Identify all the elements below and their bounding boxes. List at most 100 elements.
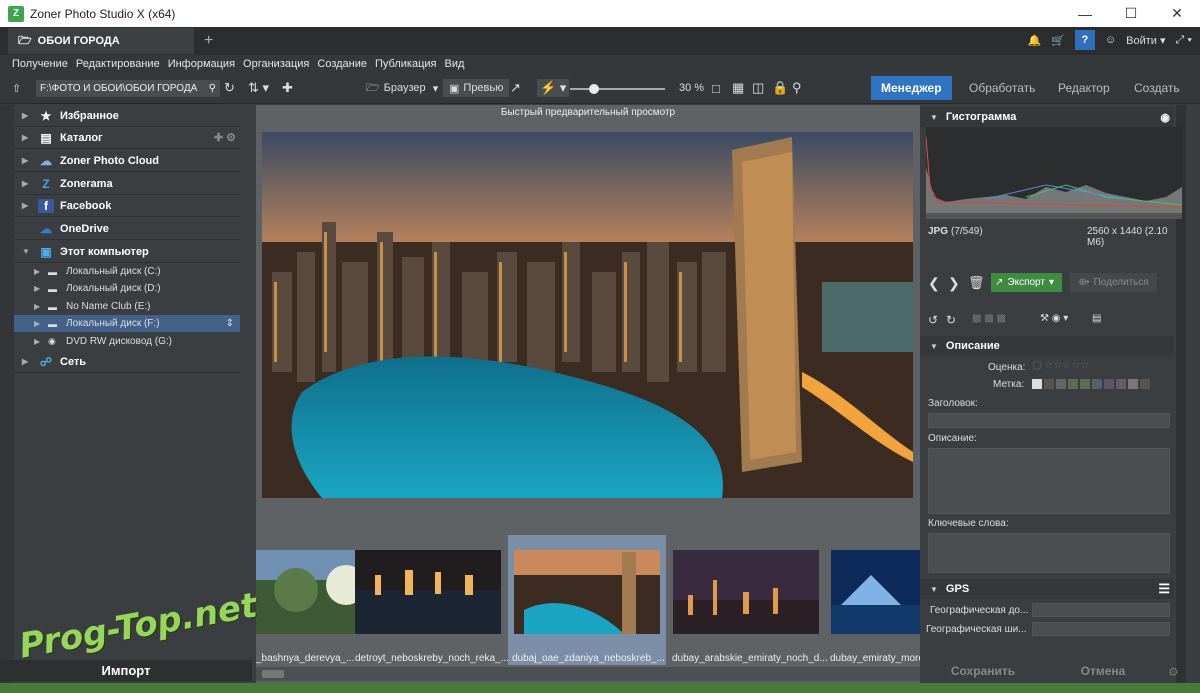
latitude-field[interactable] bbox=[1032, 603, 1170, 617]
search-icon[interactable]: ⚲ bbox=[209, 83, 216, 94]
histogram-settings-icon[interactable]: ◉ bbox=[1160, 111, 1170, 124]
fit-icon[interactable]: ▦ bbox=[732, 79, 744, 97]
nav-zonerama[interactable]: ▶ Z Zonerama bbox=[14, 173, 240, 195]
expand-arrow-icon[interactable]: ▶ bbox=[34, 319, 44, 328]
notification-bell-icon[interactable]: 🔔 bbox=[1028, 34, 1042, 47]
browser-view-button[interactable]: 🗁 Браузер ▾ bbox=[366, 79, 438, 97]
rotate-left-icon[interactable]: ↺ bbox=[928, 313, 938, 327]
menu-item-publish[interactable]: Публикация bbox=[375, 58, 436, 70]
compare-icon[interactable]: ◫ bbox=[752, 79, 764, 97]
longitude-field[interactable] bbox=[1032, 622, 1170, 636]
nav-network[interactable]: ▶ ☍ Сеть bbox=[14, 351, 240, 373]
nav-onedrive[interactable]: ☁ OneDrive bbox=[14, 218, 240, 240]
drive-icon: ▬ bbox=[48, 318, 57, 329]
expand-arrow-icon[interactable]: ▶ bbox=[34, 284, 44, 293]
minimize-button[interactable]: — bbox=[1062, 0, 1108, 27]
new-folder-icon[interactable]: ✚ bbox=[282, 79, 293, 97]
expand-arrow-icon[interactable]: ▶ bbox=[22, 111, 34, 120]
reorder-icon[interactable]: ⇕ bbox=[226, 318, 234, 329]
menu-icon[interactable]: ☰ bbox=[1158, 581, 1170, 597]
nav-zoner-cloud[interactable]: ▶ ☁ Zoner Photo Cloud bbox=[14, 150, 240, 172]
tag-label: Метка: bbox=[993, 379, 1025, 390]
person-search-icon[interactable]: ⚲ bbox=[792, 79, 802, 97]
share-button[interactable]: ⟴ Поделиться bbox=[1070, 273, 1157, 292]
menu-item-edit[interactable]: Редактирование bbox=[76, 58, 160, 70]
maximize-button[interactable]: ☐ bbox=[1108, 0, 1154, 27]
path-field[interactable]: F:\ФОТО И ОБОИ\ОБОИ ГОРОДА ⚲ bbox=[36, 80, 220, 97]
tab-folder[interactable]: 🗁 ОБОИ ГОРОДА bbox=[8, 28, 194, 54]
description-header[interactable]: ▼ Описание bbox=[920, 336, 1174, 356]
menu-item-info[interactable]: Информация bbox=[168, 58, 235, 70]
expand-arrow-icon[interactable]: ▶ bbox=[34, 267, 44, 276]
nav-favorites[interactable]: ▶ ★ Избранное bbox=[14, 105, 240, 127]
prev-arrow-icon[interactable]: ❮ bbox=[928, 275, 940, 292]
keywords-field[interactable] bbox=[928, 533, 1170, 573]
tools-icon[interactable]: ⚒ ◉ ▾ bbox=[1040, 313, 1068, 324]
copy-icon[interactable]: ▩ ▩ ▩ bbox=[972, 313, 1006, 324]
add-note-icon[interactable]: ▤ bbox=[1092, 313, 1101, 324]
expand-arrow-icon[interactable]: ▶ bbox=[22, 156, 34, 165]
drive-item[interactable]: ▶ ◉ DVD RW дисковод (G:) bbox=[14, 333, 240, 350]
nav-catalog[interactable]: ▶ ▤ Каталог ✚ ⚙ bbox=[14, 127, 240, 149]
sort-icon[interactable]: ⇅ ▾ bbox=[248, 79, 269, 97]
dropdown-arrow-icon[interactable]: ▾ bbox=[1049, 277, 1054, 288]
help-button[interactable]: ? bbox=[1074, 30, 1095, 50]
filmstrip-scrollbar[interactable] bbox=[256, 667, 920, 681]
menu-item-create[interactable]: Создание bbox=[317, 58, 367, 70]
settings-gear-icon[interactable]: ⚙ bbox=[1168, 665, 1179, 679]
description-field[interactable] bbox=[928, 448, 1170, 514]
cart-icon[interactable]: 🛒 bbox=[1051, 34, 1065, 47]
thumbnail[interactable] bbox=[673, 550, 819, 634]
mode-develop-button[interactable]: Обработать bbox=[959, 76, 1045, 100]
mode-editor-button[interactable]: Редактор bbox=[1048, 76, 1120, 100]
nav-facebook[interactable]: ▶ f Facebook bbox=[14, 195, 240, 217]
menu-item-organize[interactable]: Организация bbox=[243, 58, 309, 70]
collapse-arrow-icon[interactable]: ▼ bbox=[22, 247, 34, 256]
thumbnail[interactable] bbox=[355, 550, 501, 634]
drive-item[interactable]: ▶ ▬ Локальный диск (C:) bbox=[14, 263, 240, 280]
expand-arrow-icon[interactable]: ▶ bbox=[22, 201, 34, 210]
preview-image[interactable] bbox=[262, 132, 913, 498]
mode-manager-button[interactable]: Менеджер bbox=[871, 76, 952, 100]
fullscreen-icon[interactable]: ⤢ ▾ bbox=[1176, 34, 1192, 47]
open-external-icon[interactable]: ↗ bbox=[510, 79, 521, 97]
preview-view-button[interactable]: ▣ Превью bbox=[443, 79, 510, 97]
drive-item[interactable]: ▶ ▬ No Name Club (E:) bbox=[14, 298, 240, 315]
login-button[interactable]: Войти ▾ bbox=[1126, 34, 1165, 47]
title-field[interactable] bbox=[928, 413, 1170, 428]
menu-item-view[interactable]: Вид bbox=[445, 58, 465, 70]
actual-size-icon[interactable]: □ bbox=[712, 79, 720, 97]
expand-arrow-icon[interactable]: ▶ bbox=[22, 179, 34, 188]
drive-item[interactable]: ▶ ▬ Локальный диск (D:) bbox=[14, 280, 240, 297]
delete-icon[interactable]: 🗑 bbox=[968, 275, 985, 291]
save-button[interactable]: Сохранить bbox=[924, 659, 1042, 683]
refresh-icon[interactable]: ↻ bbox=[224, 79, 235, 97]
add-tab-button[interactable]: + bbox=[204, 32, 213, 50]
thumbnail-selected[interactable] bbox=[514, 550, 660, 634]
color-tags[interactable] bbox=[1032, 379, 1150, 389]
histogram-header[interactable]: ▼ Гистограмма ◉ bbox=[920, 107, 1174, 127]
drive-item-selected[interactable]: ▶ ▬ Локальный диск (F:) ⇕ bbox=[14, 315, 240, 332]
rotate-right-icon[interactable]: ↻ bbox=[946, 313, 956, 327]
expand-arrow-icon[interactable]: ▶ bbox=[34, 302, 44, 311]
add-folder-icon[interactable]: ✚ ⚙ bbox=[214, 131, 236, 144]
nav-this-computer[interactable]: ▼ ▣ Этот компьютер bbox=[14, 241, 240, 263]
mode-create-button[interactable]: Создать bbox=[1124, 76, 1190, 100]
expand-arrow-icon[interactable]: ▶ bbox=[22, 357, 34, 366]
zoom-slider[interactable] bbox=[570, 88, 665, 90]
export-button[interactable]: ↗ Экспорт ▾ bbox=[991, 273, 1062, 292]
lock-icon[interactable]: 🔒 bbox=[772, 79, 788, 97]
thumbnail[interactable] bbox=[831, 550, 920, 634]
rating-stars[interactable]: ▢ ☆☆☆☆☆ bbox=[1032, 360, 1089, 371]
scrollbar-thumb[interactable] bbox=[262, 670, 284, 678]
next-arrow-icon[interactable]: ❯ bbox=[948, 275, 960, 292]
menu-item-import[interactable]: Получение bbox=[12, 58, 68, 70]
expand-arrow-icon[interactable]: ▶ bbox=[22, 133, 34, 142]
gps-header[interactable]: ▼ GPS ☰ bbox=[920, 579, 1174, 599]
folder-up-icon[interactable]: ⇧ bbox=[12, 79, 21, 97]
flash-icon[interactable]: ⚡ ▾ bbox=[537, 79, 570, 97]
cancel-button[interactable]: Отмена bbox=[1044, 659, 1162, 683]
expand-arrow-icon[interactable]: ▶ bbox=[34, 337, 44, 346]
close-button[interactable]: ✕ bbox=[1154, 0, 1200, 27]
zoom-slider-knob[interactable] bbox=[589, 84, 599, 94]
